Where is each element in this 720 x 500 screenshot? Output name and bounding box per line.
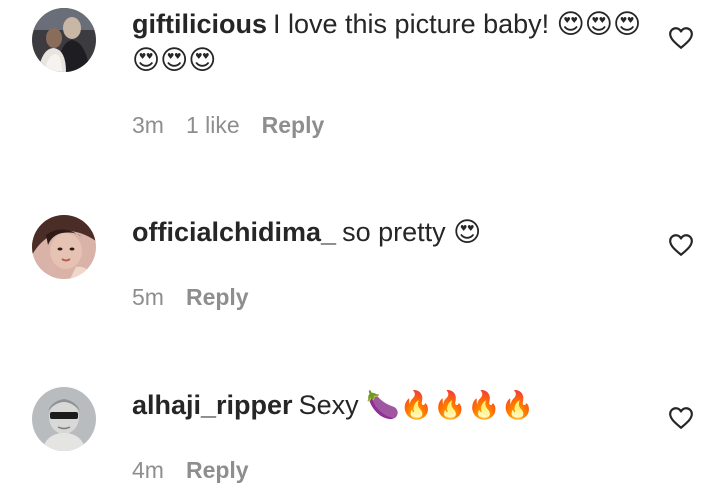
comment-username[interactable]: giftilicious: [132, 9, 267, 39]
comment-time: 5m: [132, 284, 164, 310]
heart-outline-icon[interactable]: [668, 405, 694, 431]
avatar-photo-woman-icon: [32, 215, 96, 279]
comment-message: so pretty 😍: [342, 217, 482, 247]
comment-message: Sexy 🍆🔥🔥🔥🔥: [298, 390, 535, 420]
comment-meta: 3m 1 like Reply: [132, 112, 346, 139]
comment-time: 3m: [132, 112, 164, 138]
comment-username[interactable]: alhaji_ripper: [132, 390, 293, 420]
comment-username[interactable]: officialchidima_: [132, 217, 336, 247]
comment-text: alhaji_ripper Sexy 🍆🔥🔥🔥🔥: [132, 387, 652, 423]
heart-outline-icon[interactable]: [668, 232, 694, 258]
comment-meta: 5m Reply: [132, 284, 271, 311]
reply-button[interactable]: Reply: [186, 457, 249, 483]
heart-outline-icon[interactable]: [668, 25, 694, 51]
comment-text: officialchidima_ so pretty 😍: [132, 214, 652, 250]
reply-button[interactable]: Reply: [186, 284, 249, 310]
avatar[interactable]: [32, 387, 96, 451]
avatar-photo-couple-icon: [32, 8, 96, 72]
avatar[interactable]: [32, 215, 96, 279]
comment-meta: 4m Reply: [132, 457, 271, 484]
comment-text: giftilicious I love this picture baby! 😍😍…: [132, 6, 652, 78]
comment-time: 4m: [132, 457, 164, 483]
comment-likes[interactable]: 1 like: [186, 112, 240, 138]
avatar-photo-man-sunglasses-icon: [32, 387, 96, 451]
avatar[interactable]: [32, 8, 96, 72]
reply-button[interactable]: Reply: [262, 112, 325, 138]
